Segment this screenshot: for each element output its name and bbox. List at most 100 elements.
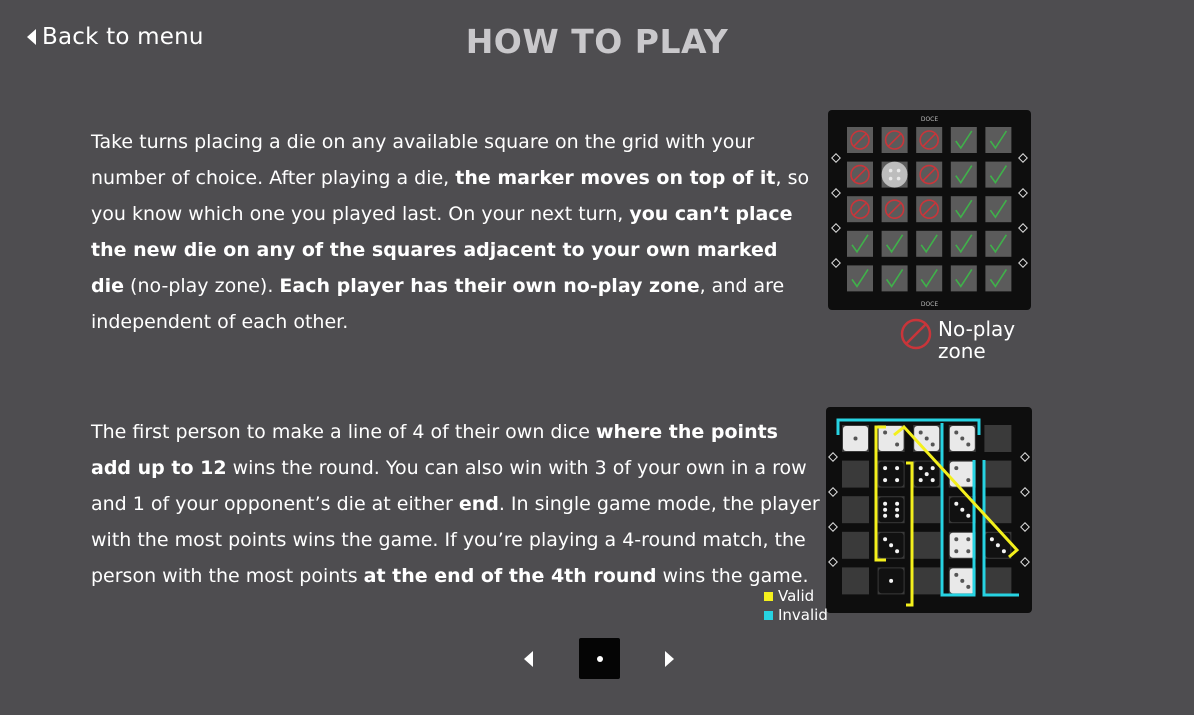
legend-invalid-label: Invalid	[778, 606, 828, 624]
die-pip	[966, 442, 971, 447]
die-pip	[889, 578, 894, 583]
board-cell	[985, 265, 1012, 292]
die-pip	[883, 507, 888, 512]
die-pip	[954, 549, 959, 554]
die-pip	[883, 430, 888, 435]
board-cell	[950, 161, 977, 188]
rules-paragraph-no-play-zone: Take turns placing a die on any availabl…	[91, 124, 813, 340]
die-pip	[930, 442, 935, 447]
winning-lines-board-image	[826, 407, 1032, 613]
die-pip	[995, 543, 1000, 548]
die-pip	[883, 466, 888, 471]
marker-pip	[888, 168, 893, 173]
board-cell	[842, 460, 869, 488]
die-pip	[895, 501, 900, 506]
die-pip	[930, 466, 935, 471]
marker-pip	[888, 176, 893, 181]
paragraph-text-segment: Each player has their own no-play zone	[279, 275, 700, 297]
page-dot-icon	[596, 655, 603, 662]
board-cell	[842, 531, 869, 559]
die-pip	[1001, 549, 1006, 554]
no-play-zone-legend-label: No-play zone	[938, 317, 1016, 363]
board-cell	[950, 127, 977, 153]
die-pip	[883, 501, 888, 506]
board-cell	[985, 161, 1012, 188]
die-pip	[918, 430, 923, 435]
die-pip	[895, 507, 900, 512]
page-title: HOW TO PLAY	[465, 22, 729, 61]
die	[878, 497, 904, 523]
marker-pip	[896, 168, 901, 173]
board-top-label: DOCE	[921, 116, 939, 123]
die-pip	[918, 478, 923, 483]
die-pip	[883, 513, 888, 518]
board-cell	[842, 496, 869, 524]
die-pip	[954, 501, 959, 506]
die-pip	[960, 578, 965, 583]
die-pip	[895, 442, 900, 447]
no-play-zone-legend: No-play zone	[900, 318, 1028, 362]
die-pip	[966, 537, 971, 542]
die-pip	[966, 478, 971, 483]
board-cell	[950, 196, 977, 223]
board-cell	[842, 567, 869, 595]
board-bottom-label: DOCE	[921, 301, 939, 308]
die-pip	[883, 478, 888, 483]
board-cell	[984, 425, 1012, 452]
board-cell	[916, 230, 943, 257]
legend-valid: Valid	[764, 587, 828, 606]
valid-swatch	[764, 592, 773, 601]
paragraph-text-segment: at the end of the 4th round	[363, 565, 657, 587]
board-cell	[847, 265, 873, 292]
die-pip	[960, 507, 965, 512]
board-cell	[913, 567, 941, 595]
die-pip	[924, 436, 929, 441]
board-cell	[985, 127, 1012, 153]
legend-valid-label: Valid	[778, 587, 815, 605]
die-pip	[853, 436, 858, 441]
die-pip	[966, 513, 971, 518]
die-pip	[930, 478, 935, 483]
board-cell	[916, 265, 943, 292]
invalid-swatch	[764, 611, 773, 620]
die-pip	[989, 537, 994, 542]
legend-invalid: Invalid	[764, 606, 828, 625]
board-cell	[985, 196, 1012, 223]
die-pip	[960, 436, 965, 441]
current-page-indicator[interactable]	[579, 638, 620, 679]
die-pip	[895, 466, 900, 471]
no-play-zone-board-image: DOCE DOCE	[828, 110, 1031, 310]
paragraph-text-segment: end	[458, 493, 499, 515]
board-cell	[881, 265, 908, 292]
die-pip	[883, 537, 888, 542]
no-play-icon	[900, 318, 932, 350]
marker-icon	[881, 161, 908, 188]
next-page-arrow-icon[interactable]	[665, 651, 674, 667]
board-cell	[984, 567, 1012, 595]
board-cell	[984, 460, 1012, 488]
board-cell	[847, 230, 873, 257]
die-pip	[954, 466, 959, 471]
valid-invalid-legend: Valid Invalid	[764, 587, 828, 625]
rules-paragraph-winning: The first person to make a line of 4 of …	[91, 414, 821, 594]
die-pip	[889, 543, 894, 548]
board-cell	[950, 230, 977, 257]
die-pip	[895, 549, 900, 554]
board-cell	[985, 230, 1012, 257]
die-pip	[966, 584, 971, 589]
die-pip	[954, 537, 959, 542]
die-pip	[966, 549, 971, 554]
pagination	[0, 638, 1194, 680]
board-cell	[913, 496, 941, 524]
die-pip	[954, 430, 959, 435]
board-cell	[913, 531, 941, 559]
paragraph-text-segment: wins the game.	[656, 565, 809, 587]
paragraph-text-segment: (no-play zone).	[124, 275, 280, 297]
die-pip	[924, 472, 929, 477]
die-pip	[918, 466, 923, 471]
previous-page-arrow-icon[interactable]	[524, 651, 533, 667]
paragraph-text-segment: the marker moves on top of it	[455, 167, 776, 189]
die	[878, 461, 904, 487]
die-pip	[895, 513, 900, 518]
die-pip	[954, 572, 959, 577]
